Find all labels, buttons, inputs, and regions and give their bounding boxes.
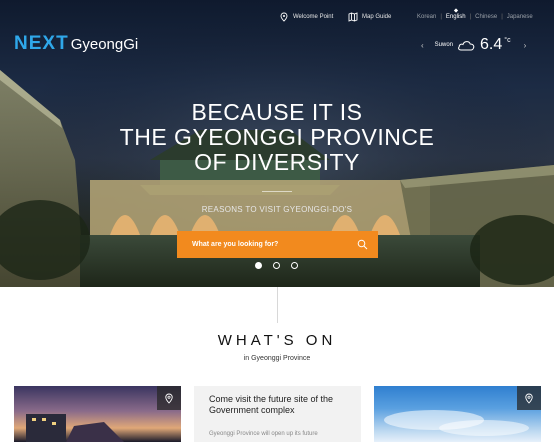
- event-card-description: Gyeonggi Province will open up its futur…: [209, 431, 318, 437]
- site-logo[interactable]: NEXT GyeongGi: [14, 33, 138, 55]
- logo-gyeonggi: GyeongGi: [70, 36, 139, 53]
- headline-line-2: THE GYEONGGI PROVINCE: [119, 124, 435, 150]
- weather-next-button[interactable]: ›: [524, 41, 527, 50]
- slide-dot-3[interactable]: [291, 262, 298, 269]
- whats-on-title: WHAT'S ON: [217, 332, 337, 349]
- card-pin-button[interactable]: [157, 386, 181, 410]
- map-pin-icon: [525, 393, 533, 404]
- hero-headline: BECAUSE IT IS THE GYEONGGI PROVINCE OF D…: [0, 100, 554, 175]
- event-card-image: [384, 410, 529, 436]
- weather-temperature: 6.4: [480, 36, 503, 53]
- lang-separator: |: [501, 14, 503, 20]
- top-bar: Welcome Point Map Guide Korean | English…: [0, 11, 554, 25]
- welcome-point-label: Welcome Point: [293, 14, 334, 20]
- cloud-icon: [458, 41, 475, 51]
- slide-dot-2[interactable]: [273, 262, 280, 269]
- slide-indicators: [255, 262, 298, 269]
- lang-chinese[interactable]: Chinese: [475, 14, 497, 20]
- event-card-2[interactable]: Come visit the future site of the Govern…: [194, 386, 361, 442]
- lang-japanese[interactable]: Japanese: [507, 14, 533, 20]
- weather-city: Suwon: [434, 42, 454, 48]
- search-bar[interactable]: What are you looking for?: [177, 231, 378, 258]
- lang-separator: |: [469, 14, 472, 20]
- whats-on-subtitle: in Gyeonggi Province: [243, 355, 311, 362]
- event-card-image: [26, 414, 124, 442]
- page: Welcome Point Map Guide Korean | English…: [0, 0, 554, 442]
- map-guide-label: Map Guide: [362, 14, 392, 20]
- headline-line-3: OF DIVERSITY: [194, 149, 360, 175]
- location-pin-icon: [280, 12, 288, 22]
- logo-next: NEXT: [14, 33, 69, 54]
- map-pin-icon: [165, 393, 173, 404]
- hero-subline[interactable]: REASONS TO VISIT GYEONGGI-DO'S: [0, 205, 554, 214]
- lang-separator: |: [440, 14, 442, 20]
- weather-unit: °c: [504, 37, 511, 44]
- search-placeholder[interactable]: What are you looking for?: [192, 241, 357, 248]
- event-card-title[interactable]: Come visit the future site of the Govern…: [209, 394, 346, 416]
- slide-dot-1[interactable]: [255, 262, 262, 269]
- language-selector: Korean | English | Chinese | Japanese: [417, 14, 533, 20]
- lang-korean[interactable]: Korean: [417, 14, 436, 20]
- search-icon[interactable]: [357, 239, 368, 250]
- map-icon: [348, 12, 358, 22]
- event-card-1[interactable]: [14, 386, 181, 442]
- map-guide-link[interactable]: Map Guide: [348, 12, 391, 22]
- weather-prev-button[interactable]: ‹: [421, 41, 424, 50]
- hero-divider: [262, 191, 292, 192]
- weather-widget: ‹ Suwon 6.4 °c ›: [421, 36, 543, 54]
- hero-banner: Welcome Point Map Guide Korean | English…: [0, 0, 554, 287]
- card-pin-button[interactable]: [517, 386, 541, 410]
- headline-line-1: BECAUSE IT IS: [191, 99, 363, 125]
- event-card-3[interactable]: [374, 386, 541, 442]
- section-connector-line: [277, 287, 278, 323]
- lang-english[interactable]: English: [446, 14, 466, 20]
- welcome-point-link[interactable]: Welcome Point: [279, 12, 333, 22]
